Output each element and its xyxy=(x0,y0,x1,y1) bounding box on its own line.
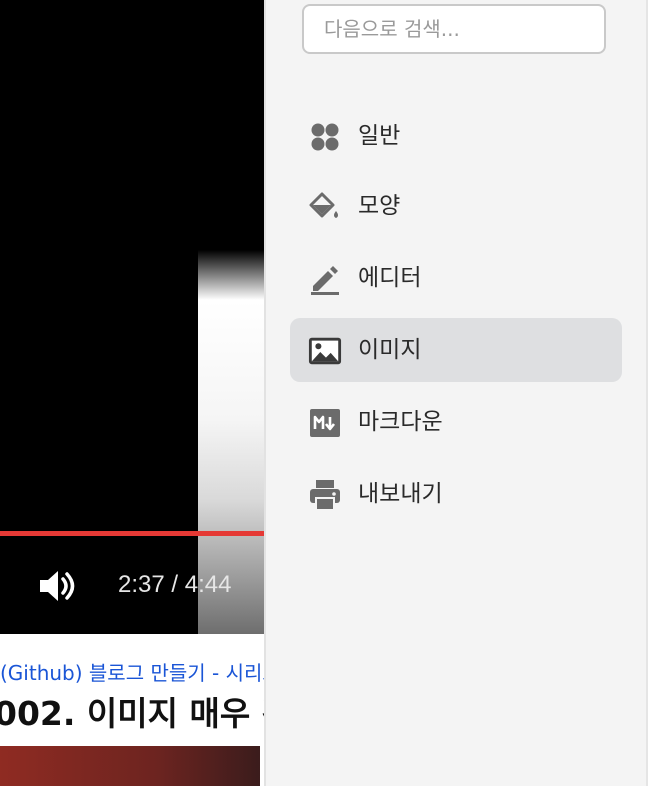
article-title: 002. 이미지 매우 간단하게 xyxy=(0,694,266,733)
series-link[interactable]: (Github) 블로그 만들기 - 시리즈 xyxy=(0,656,266,690)
sidebar-item-label: 에디터 xyxy=(358,265,422,291)
pencil-icon xyxy=(308,262,342,296)
sidebar-item-appearance[interactable]: 모양 xyxy=(290,174,622,238)
sidebar-item-label: 이미지 xyxy=(358,337,422,363)
sidebar-item-label: 마크다운 xyxy=(358,409,443,435)
sidebar-item-label: 일반 xyxy=(358,123,401,149)
video-frame-edge xyxy=(198,0,266,634)
sidebar-item-label: 모양 xyxy=(358,193,401,219)
grid-dots-icon xyxy=(308,120,342,154)
sidebar-item-export[interactable]: 내보내기 xyxy=(290,462,622,526)
sidebar-item-markdown[interactable]: 마크다운 xyxy=(290,390,622,454)
sidebar-item-general[interactable]: 일반 xyxy=(290,104,622,168)
sidebar-item-editor[interactable]: 에디터 xyxy=(290,246,622,310)
article-thumbnail xyxy=(0,746,260,786)
paint-bucket-icon xyxy=(308,190,342,224)
video-time-display: 2:37 / 4:44 xyxy=(118,571,232,598)
right-gutter xyxy=(648,0,664,786)
volume-icon[interactable] xyxy=(36,564,80,608)
printer-icon xyxy=(308,478,342,512)
sidebar-item-label: 내보내기 xyxy=(358,481,443,507)
sidebar-item-image[interactable]: 이미지 xyxy=(290,318,622,382)
markdown-icon xyxy=(308,406,342,440)
background-content: 2:37 / 4:44 (Github) 블로그 만들기 - 시리즈 002. … xyxy=(0,0,266,786)
settings-search-input[interactable] xyxy=(302,4,606,54)
video-progress-fill[interactable] xyxy=(0,531,266,536)
image-icon xyxy=(308,334,342,368)
